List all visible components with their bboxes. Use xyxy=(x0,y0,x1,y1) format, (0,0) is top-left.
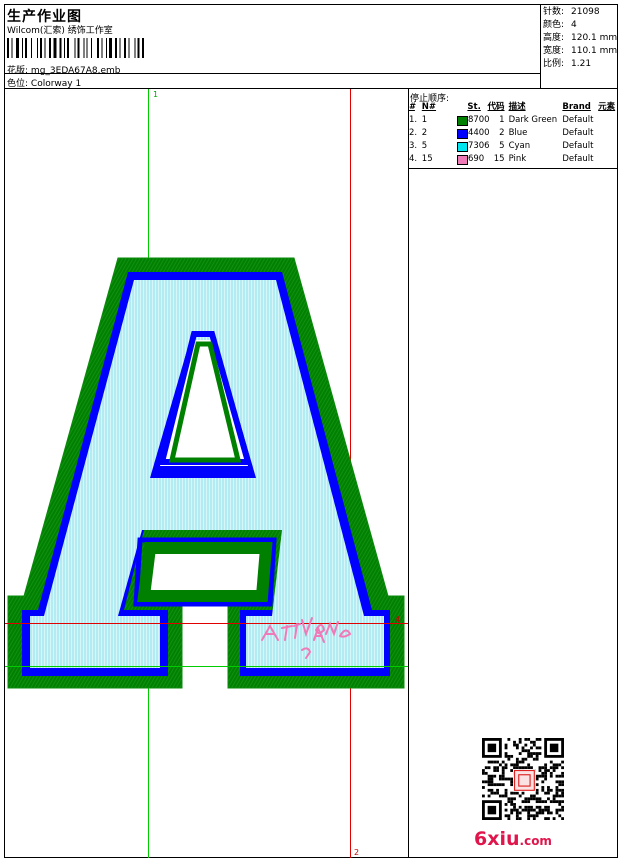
watermark-site: 6xiu.com xyxy=(474,828,552,850)
qr-code-icon xyxy=(482,738,564,820)
guide-label-2: 2 xyxy=(354,848,360,857)
guide-label-4: 4 xyxy=(395,615,401,624)
embroidery-design xyxy=(5,89,408,858)
production-sheet: 生产作业图 Wilcom(汇索) 绣饰工作室 花版: mg_3EDA67A8.e… xyxy=(0,0,620,860)
crossbar-opening xyxy=(137,542,273,602)
stamp-icon xyxy=(513,769,535,791)
guide-label-1: 1 xyxy=(153,90,159,99)
